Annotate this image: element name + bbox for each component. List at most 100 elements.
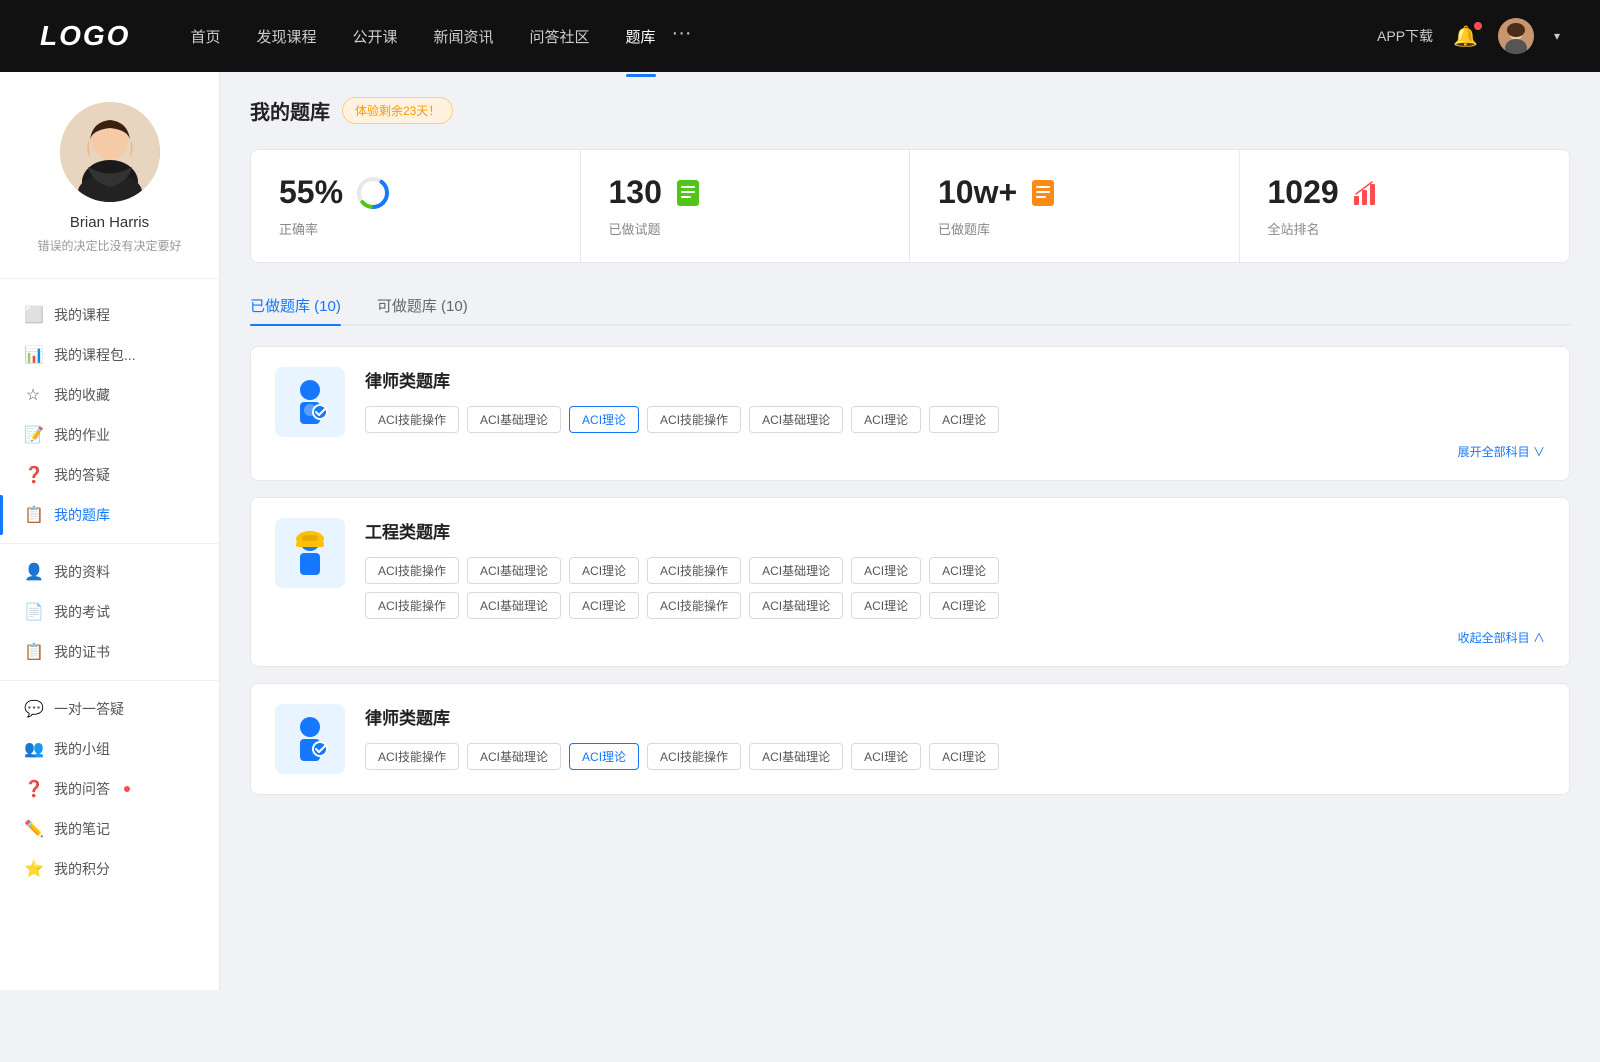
nav-open-course[interactable]: 公开课 — [352, 22, 397, 51]
exam-icon: 📄 — [24, 602, 42, 622]
qbank-expand-2[interactable]: 收起全部科目 ∧ — [365, 629, 1545, 646]
qbank-icon-wrap-3 — [275, 704, 345, 774]
tab-available[interactable]: 可做题库 (10) — [377, 287, 468, 324]
nav-more[interactable]: ··· — [672, 22, 692, 51]
sidebar-item-question-bank[interactable]: 📋 我的题库 — [0, 495, 219, 535]
sidebar-item-answers[interactable]: ❓ 我的答疑 — [0, 455, 219, 495]
tag-1-7[interactable]: ACI理论 — [929, 406, 999, 433]
sidebar-item-label: 一对一答疑 — [54, 699, 124, 719]
tag-1-6[interactable]: ACI理论 — [851, 406, 921, 433]
tag-1-4[interactable]: ACI技能操作 — [647, 406, 741, 433]
sidebar-item-profile[interactable]: 👤 我的资料 — [0, 552, 219, 592]
tag-3-3[interactable]: ACI理论 — [569, 743, 639, 770]
qbank-tags-2-row2: ACI技能操作 ACI基础理论 ACI理论 ACI技能操作 ACI基础理论 AC… — [365, 592, 1545, 619]
tag-2-r2-6[interactable]: ACI理论 — [851, 592, 921, 619]
sidebar-item-exam[interactable]: 📄 我的考试 — [0, 592, 219, 632]
tag-2-4[interactable]: ACI技能操作 — [647, 557, 741, 584]
tab-done[interactable]: 已做题库 (10) — [250, 287, 341, 324]
tag-2-r2-3[interactable]: ACI理论 — [569, 592, 639, 619]
sidebar-item-label: 我的题库 — [54, 505, 110, 525]
tag-1-2[interactable]: ACI基础理论 — [467, 406, 561, 433]
tag-2-2[interactable]: ACI基础理论 — [467, 557, 561, 584]
tag-3-2[interactable]: ACI基础理论 — [467, 743, 561, 770]
stats-row: 55% 正确率 130 — [250, 149, 1570, 263]
trial-badge: 体验剩余23天！ — [342, 97, 453, 124]
sidebar-item-label: 我的问答 — [54, 779, 110, 799]
sidebar-item-favorites[interactable]: ☆ 我的收藏 — [0, 375, 219, 415]
sidebar-divider-1 — [0, 543, 219, 544]
navbar-menu: 首页 发现课程 公开课 新闻资讯 问答社区 题库 ··· — [190, 22, 1377, 51]
sidebar-item-my-course[interactable]: ⬜ 我的课程 — [0, 295, 219, 335]
stat-value-done: 130 — [609, 174, 882, 211]
nav-qa[interactable]: 问答社区 — [530, 22, 590, 51]
question-icon: ❓ — [24, 465, 42, 485]
sidebar-item-notes[interactable]: ✏️ 我的笔记 — [0, 809, 219, 849]
tag-1-5[interactable]: ACI基础理论 — [749, 406, 843, 433]
tag-2-r2-1[interactable]: ACI技能操作 — [365, 592, 459, 619]
tag-2-3[interactable]: ACI理论 — [569, 557, 639, 584]
sidebar-item-group[interactable]: 👥 我的小组 — [0, 729, 219, 769]
sidebar-item-label: 我的证书 — [54, 642, 110, 662]
chat-icon: 💬 — [24, 699, 42, 719]
sidebar-user-bio: 错误的决定比没有决定要好 — [20, 237, 199, 254]
tag-2-r2-4[interactable]: ACI技能操作 — [647, 592, 741, 619]
sidebar-item-cert[interactable]: 📋 我的证书 — [0, 632, 219, 672]
page-title: 我的题库 — [250, 96, 330, 125]
nav-news[interactable]: 新闻资讯 — [434, 22, 494, 51]
sidebar-item-points[interactable]: ⭐ 我的积分 — [0, 849, 219, 889]
tag-1-1[interactable]: ACI技能操作 — [365, 406, 459, 433]
navbar: LOGO 首页 发现课程 公开课 新闻资讯 问答社区 题库 ··· APP下载 … — [0, 0, 1600, 72]
sidebar-item-label: 我的考试 — [54, 602, 110, 622]
cert-icon: 📋 — [24, 642, 42, 662]
chart-red-icon — [1351, 178, 1381, 208]
app-download-button[interactable]: APP下载 — [1377, 26, 1433, 46]
qbank-body-3: 律师类题库 ACI技能操作 ACI基础理论 ACI理论 ACI技能操作 ACI基… — [365, 704, 1545, 770]
qbank-icon: 📋 — [24, 505, 42, 525]
tag-2-r2-2[interactable]: ACI基础理论 — [467, 592, 561, 619]
main-content: 我的题库 体验剩余23天！ 55% 正确率 130 — [220, 72, 1600, 990]
notification-bell[interactable]: 🔔 — [1453, 24, 1478, 49]
page-wrapper: Brian Harris 错误的决定比没有决定要好 ⬜ 我的课程 📊 我的课程包… — [0, 72, 1600, 990]
sidebar-item-my-qa[interactable]: ❓ 我的问答 — [0, 769, 219, 809]
nav-bank[interactable]: 题库 — [626, 22, 656, 51]
qbank-header-2: 工程类题库 ACI技能操作 ACI基础理论 ACI理论 ACI技能操作 ACI基… — [275, 518, 1545, 646]
stat-ranking: 1029 全站排名 — [1240, 150, 1570, 262]
tag-2-7[interactable]: ACI理论 — [929, 557, 999, 584]
notification-dot — [1474, 22, 1482, 30]
qbank-header-3: 律师类题库 ACI技能操作 ACI基础理论 ACI理论 ACI技能操作 ACI基… — [275, 704, 1545, 774]
tag-3-6[interactable]: ACI理论 — [851, 743, 921, 770]
tag-2-r2-7[interactable]: ACI理论 — [929, 592, 999, 619]
sidebar: Brian Harris 错误的决定比没有决定要好 ⬜ 我的课程 📊 我的课程包… — [0, 72, 220, 990]
logo[interactable]: LOGO — [40, 20, 130, 52]
sidebar-item-1on1[interactable]: 💬 一对一答疑 — [0, 689, 219, 729]
tag-2-5[interactable]: ACI基础理论 — [749, 557, 843, 584]
qbank-card-1: 律师类题库 ACI技能操作 ACI基础理论 ACI理论 ACI技能操作 ACI基… — [250, 346, 1570, 481]
navbar-right: APP下载 🔔 ▾ — [1377, 18, 1560, 54]
tag-1-3[interactable]: ACI理论 — [569, 406, 639, 433]
stat-correct-rate: 55% 正确率 — [251, 150, 581, 262]
tag-2-6[interactable]: ACI理论 — [851, 557, 921, 584]
sidebar-item-homework[interactable]: 📝 我的作业 — [0, 415, 219, 455]
avatar[interactable] — [1498, 18, 1534, 54]
qbank-expand-1[interactable]: 展开全部科目 ∨ — [365, 443, 1545, 460]
avatar-dropdown-arrow[interactable]: ▾ — [1554, 29, 1560, 43]
sidebar-avatar[interactable] — [60, 102, 160, 202]
sidebar-avatar-image — [60, 102, 160, 202]
qbank-header-1: 律师类题库 ACI技能操作 ACI基础理论 ACI理论 ACI技能操作 ACI基… — [275, 367, 1545, 460]
sidebar-item-label: 我的答疑 — [54, 465, 110, 485]
tag-3-5[interactable]: ACI基础理论 — [749, 743, 843, 770]
nav-home[interactable]: 首页 — [190, 22, 220, 51]
nav-discover[interactable]: 发现课程 — [256, 22, 316, 51]
tag-3-4[interactable]: ACI技能操作 — [647, 743, 741, 770]
tag-2-1[interactable]: ACI技能操作 — [365, 557, 459, 584]
stat-value-banks: 10w+ — [938, 174, 1211, 211]
avatar-image — [1498, 18, 1534, 54]
course-icon: ⬜ — [24, 305, 42, 325]
tag-2-r2-5[interactable]: ACI基础理论 — [749, 592, 843, 619]
tag-3-1[interactable]: ACI技能操作 — [365, 743, 459, 770]
tag-3-7[interactable]: ACI理论 — [929, 743, 999, 770]
stat-value-correct: 55% — [279, 174, 552, 211]
sidebar-item-label: 我的作业 — [54, 425, 110, 445]
sidebar-divider-2 — [0, 680, 219, 681]
sidebar-item-course-package[interactable]: 📊 我的课程包... — [0, 335, 219, 375]
